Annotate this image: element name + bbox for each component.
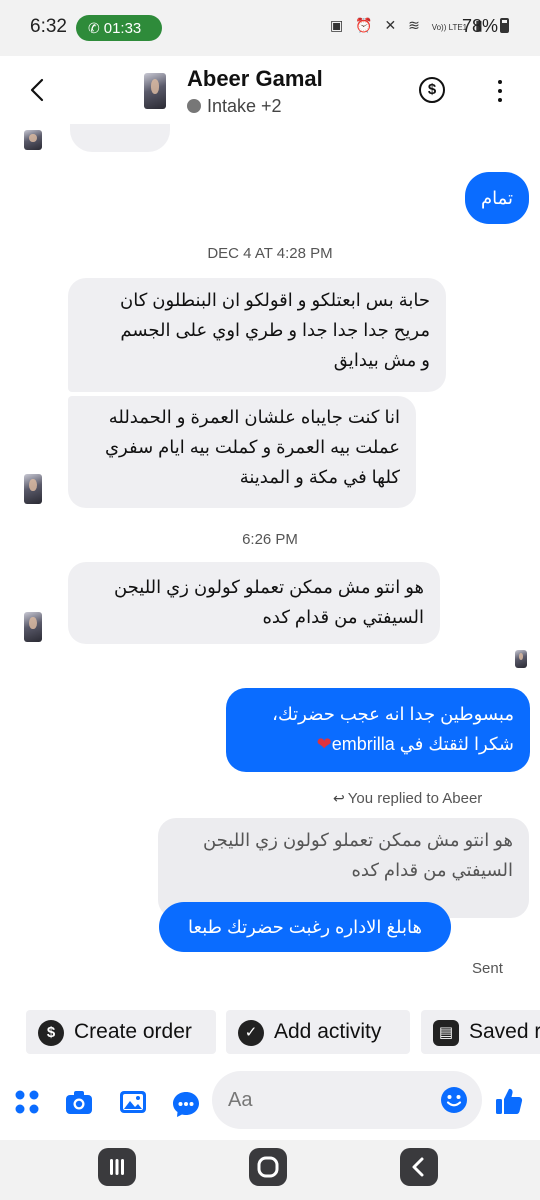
battery-indicator: 78% bbox=[462, 16, 510, 37]
status-time: 6:32 bbox=[30, 16, 67, 37]
seen-avatar bbox=[515, 650, 527, 668]
home-button[interactable] bbox=[249, 1148, 287, 1186]
camera-icon bbox=[66, 1091, 92, 1114]
back-nav-icon bbox=[412, 1157, 424, 1177]
create-order-button[interactable]: $ Create order bbox=[26, 1010, 216, 1054]
gallery-button[interactable] bbox=[119, 1088, 147, 1116]
presence-dot bbox=[187, 99, 201, 113]
sent-status: Sent bbox=[472, 960, 503, 977]
system-navigation-bar bbox=[0, 1140, 540, 1200]
apps-button[interactable] bbox=[13, 1088, 41, 1116]
recents-button[interactable] bbox=[98, 1148, 136, 1186]
battery-icon bbox=[500, 18, 510, 33]
like-button[interactable] bbox=[494, 1086, 524, 1116]
message-line: كلها في مكة و المدينة bbox=[239, 467, 400, 487]
more-vertical-icon bbox=[498, 80, 502, 84]
replied-to-text: You replied to Abeer bbox=[347, 790, 483, 807]
avatar[interactable] bbox=[144, 73, 166, 109]
message-line: انا كنت جايباه علشان العمرة و الحمدلله bbox=[108, 407, 400, 427]
message-line-text: شكرا لثقتك في embrilla bbox=[331, 734, 514, 754]
chat-header: Abeer Gamal Intake +2 $ bbox=[0, 56, 540, 124]
saved-replies-label: Saved r bbox=[469, 1020, 540, 1043]
back-nav-button[interactable] bbox=[400, 1148, 438, 1186]
message-composer bbox=[0, 1068, 540, 1132]
contact-subtitle-text: Intake +2 bbox=[207, 96, 282, 116]
message-line: هو انتو مش ممكن تعملو كولون زي الليجن bbox=[202, 830, 513, 850]
create-order-label: Create order bbox=[74, 1020, 192, 1043]
recents-icon bbox=[110, 1159, 124, 1175]
incoming-message[interactable]: انا كنت جايباه علشان العمرة و الحمدلله ع… bbox=[68, 396, 416, 508]
timestamp: 6:26 PM bbox=[242, 531, 298, 548]
emoji-button[interactable] bbox=[440, 1086, 468, 1114]
message-line: حابة بس ابعتلكو و اقولكو ان البنطلون كان bbox=[120, 290, 430, 310]
mute-icon: ✕ bbox=[384, 17, 401, 33]
outgoing-message[interactable]: مبسوطين جدا انه عجب حضرتك، شكرا لثقتك في… bbox=[226, 688, 530, 772]
more-options-button[interactable] bbox=[490, 78, 510, 104]
message-line: و مش بيدايق bbox=[333, 350, 430, 370]
add-activity-label: Add activity bbox=[274, 1020, 382, 1043]
message-input[interactable] bbox=[228, 1085, 428, 1115]
outgoing-message[interactable]: تمام bbox=[465, 172, 529, 224]
emoji-icon bbox=[441, 1087, 467, 1113]
sender-avatar bbox=[24, 612, 42, 642]
add-activity-button[interactable]: ✓ Add activity bbox=[226, 1010, 410, 1054]
payment-button[interactable]: $ bbox=[419, 77, 445, 103]
message-list[interactable]: تمام DEC 4 AT 4:28 PM حابة بس ابعتلكو و … bbox=[0, 124, 540, 994]
message-input-container[interactable] bbox=[212, 1071, 482, 1129]
incoming-message[interactable]: حابة بس ابعتلكو و اقولكو ان البنطلون كان… bbox=[68, 278, 446, 392]
message-line: شكرا لثقتك في embrilla❤ bbox=[242, 729, 514, 759]
saved-replies-icon: ▤ bbox=[433, 1020, 459, 1046]
chat-bubble-icon bbox=[173, 1092, 199, 1117]
gallery-icon bbox=[120, 1091, 146, 1113]
dollar-icon: $ bbox=[38, 1020, 64, 1046]
check-icon: ✓ bbox=[238, 1020, 264, 1046]
sender-avatar bbox=[24, 130, 42, 150]
wifi-icon: ≋ bbox=[408, 17, 424, 33]
message-line: هو انتو مش ممكن تعملو كولون زي الليجن bbox=[113, 577, 424, 597]
chat-button[interactable] bbox=[172, 1090, 200, 1118]
message-line: مريح جدا جدا جدا و طري اوي على الجسم bbox=[120, 320, 430, 340]
thumbs-up-icon bbox=[496, 1088, 523, 1114]
heart-icon: ❤ bbox=[316, 734, 332, 754]
battery-percent: 78% bbox=[462, 16, 499, 36]
home-icon bbox=[257, 1156, 279, 1178]
message-line: السيفتي من قدام كده bbox=[351, 860, 513, 880]
contact-name[interactable]: Abeer Gamal bbox=[187, 66, 323, 92]
timestamp: DEC 4 AT 4:28 PM bbox=[207, 245, 333, 262]
message-line: السيفتي من قدام كده bbox=[262, 607, 424, 627]
contact-subtitle[interactable]: Intake +2 bbox=[187, 96, 282, 117]
outgoing-message[interactable]: هابلغ الاداره رغبت حضرتك طبعا bbox=[159, 902, 451, 952]
message-line: مبسوطين جدا انه عجب حضرتك، bbox=[272, 704, 514, 724]
camera-button[interactable] bbox=[65, 1088, 93, 1116]
status-bar: 6:32 ✆ 01:33 ▣ ⏰ ✕ ≋ Vo)) LTE1 ▮ 78% bbox=[0, 0, 540, 56]
dollar-icon: $ bbox=[427, 81, 437, 98]
ongoing-call-pill[interactable]: ✆ 01:33 bbox=[76, 15, 162, 41]
back-arrow-icon bbox=[30, 78, 44, 102]
saved-replies-button[interactable]: ▤ Saved r bbox=[421, 1010, 540, 1054]
message-line: عملت بيه العمرة و كملت بيه ايام سفري bbox=[104, 437, 400, 457]
replied-to-label: ↩ You replied to Abeer bbox=[333, 790, 482, 807]
sender-avatar bbox=[24, 474, 42, 504]
call-timer: 01:33 bbox=[103, 20, 142, 37]
alarm-icon: ⏰ bbox=[355, 17, 377, 33]
notification-icon: ▣ bbox=[330, 17, 348, 33]
phone-icon: ✆ bbox=[88, 20, 100, 36]
reply-arrow-icon: ↩ bbox=[333, 790, 345, 806]
apps-grid-icon bbox=[15, 1090, 39, 1114]
back-button[interactable] bbox=[22, 74, 54, 106]
incoming-message[interactable]: هو انتو مش ممكن تعملو كولون زي الليجن ال… bbox=[68, 562, 440, 644]
quick-action-bar: $ Create order ✓ Add activity ▤ Saved r bbox=[0, 1008, 540, 1056]
incoming-message-partial[interactable] bbox=[70, 124, 170, 152]
